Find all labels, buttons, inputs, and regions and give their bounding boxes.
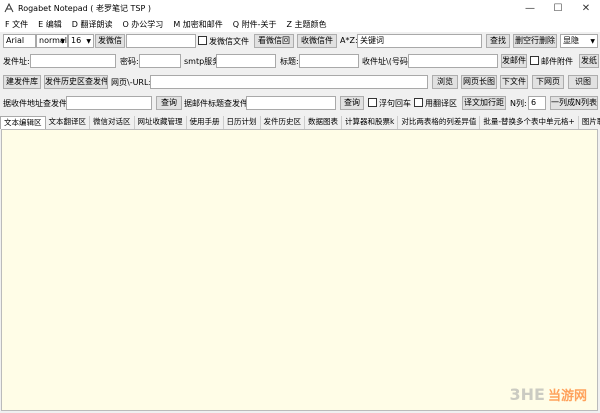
n-columns-input[interactable]: 6 [528,96,546,110]
tab-image-ocr[interactable]: 图片取文本 [579,116,600,129]
recipient-label: 收件址\(号码): [362,57,414,66]
find-button[interactable]: 查找 [486,34,510,48]
text-editor-area[interactable]: 3HE 当游网 [1,129,598,411]
font-select[interactable]: Arial [3,34,36,48]
subject-input[interactable] [299,54,359,68]
url-input[interactable] [150,75,428,89]
menu-theme[interactable]: Z 主题颜色 [282,19,332,30]
chevron-down-icon: ▼ [86,38,91,45]
sender-label: 发件址: [3,57,30,66]
mail-attachment-label: 邮件附件 [541,57,573,66]
delete-blank-lines-button[interactable]: 删空行删除 [513,34,557,48]
translation-spacing-button[interactable]: 译文加行距 [462,96,506,110]
chevron-down-icon: ▼ [60,38,65,45]
recognize-image-button[interactable]: 识图 [568,75,598,89]
tab-bookmarks[interactable]: 网址收藏管理 [135,116,187,129]
send-other-button[interactable]: 发纸 [579,54,599,68]
tab-compare-tables[interactable]: 对比两表格的列差异值 [398,116,481,129]
recipient-input[interactable] [408,54,498,68]
mail-attachment-checkbox[interactable] [530,56,539,65]
watermark-site: 当游网 [547,389,587,404]
maximize-button[interactable]: ☐ [544,0,572,16]
menu-translate[interactable]: D 翻译朗读 [67,19,118,30]
toolbar-web: 建发件库 发件历史区查发件 网页\-URL: 浏览 网页长图 下文件 下网页 识… [0,74,600,90]
keyword-input[interactable]: 关键词 [357,34,482,48]
toolbar-font: Arial normal ▼ 16 ▼ 发微信 发微信文件 看微信回 收微信件 A*… [0,33,600,49]
notepad-app-icon [4,3,14,13]
chevron-down-icon: ▼ [590,38,595,45]
style-select[interactable]: normal ▼ [36,34,68,48]
sender-input[interactable] [30,54,116,68]
tab-manual[interactable]: 使用手册 [187,116,224,129]
smtp-input[interactable] [216,54,276,68]
query-recv-address-button[interactable]: 查询 [156,96,182,110]
long-screenshot-button[interactable]: 网页长图 [461,75,497,89]
tab-text-editor[interactable]: 文本编辑区 [0,116,46,129]
password-input[interactable] [139,54,181,68]
watermark-logo: 3HE [509,385,545,404]
wechat-input[interactable] [126,34,196,48]
keyword-label: A*Z: [340,36,358,45]
subject-label: 标题: [280,57,299,66]
send-wechat-file-checkbox[interactable] [198,36,207,45]
tab-batch-replace[interactable]: 批量-替换多个表中单元格+ [480,116,579,129]
translate-area-label: 用翻译区 [425,99,457,108]
tab-strip: 文本编辑区 文本翻译区 微信对话区 网址收藏管理 使用手册 日历计划 发件历史区… [0,116,600,129]
tab-wechat[interactable]: 微信对话区 [90,116,135,129]
minimize-button[interactable]: — [516,0,544,16]
toolbar-mail: 发件址: 密码: smtp服务 标题: 收件址\(号码): 发邮件 邮件附件 发… [0,53,600,69]
receive-wechat-button[interactable]: 收微信件 [297,34,337,48]
send-mail-button[interactable]: 发邮件 [501,54,527,68]
menu-attach-about[interactable]: Q 附件-关于 [228,19,282,30]
subject-query-input[interactable] [246,96,336,110]
n-columns-label: N列: [510,99,527,108]
title-bar: Rogabet Notepad ( 老罗笔记 TSP ) — ☐ ✕ [0,0,600,16]
translate-area-checkbox[interactable] [414,98,423,107]
url-label: 网页\-URL: [111,78,152,87]
recv-address-label: 据收件地址查发件: [3,99,70,108]
tab-translation[interactable]: 文本翻译区 [46,116,90,129]
close-button[interactable]: ✕ [572,0,600,16]
menu-bar: F 文件 E 编辑 D 翻译朗读 O 办公学习 M 加密和邮件 Q 附件-关于 … [0,16,600,32]
download-page-button[interactable]: 下网页 [532,75,564,89]
smtp-label: smtp服务 [184,57,221,66]
subject-query-label: 据邮件标题查发件: [184,99,251,108]
menu-file[interactable]: F 文件 [0,19,33,30]
tab-charts[interactable]: 数据图表 [305,116,342,129]
menu-office[interactable]: O 办公学习 [117,19,168,30]
menu-encrypt-mail[interactable]: M 加密和邮件 [168,19,227,30]
recv-address-input[interactable] [66,96,152,110]
menu-edit[interactable]: E 编辑 [33,19,67,30]
float-enter-label: 浮句回车 [379,99,411,108]
view-wechat-reply-button[interactable]: 看微信回 [254,34,294,48]
tab-calendar[interactable]: 日历计划 [224,116,261,129]
split-columns-button[interactable]: 一列成N列表 [550,96,598,110]
create-mailbox-button[interactable]: 建发件库 [3,75,41,89]
float-enter-checkbox[interactable] [368,98,377,107]
size-select[interactable]: 16 ▼ [68,34,94,48]
query-subject-button[interactable]: 查询 [340,96,364,110]
send-wechat-button[interactable]: 发微信 [95,34,125,48]
toolbar-query: 据收件地址查发件: 查询 据邮件标题查发件: 查询 浮句回车 用翻译区 译文加行… [0,95,600,111]
tab-calculator[interactable]: 计算器和股票k [342,116,399,129]
send-history-button[interactable]: 发件历史区查发件 [44,75,108,89]
window-title: Rogabet Notepad ( 老罗笔记 TSP ) [18,4,151,13]
browse-button[interactable]: 浏览 [432,75,458,89]
watermark: 3HE 当游网 [510,385,587,404]
send-wechat-file-label: 发微信文件 [209,37,249,46]
tab-send-history[interactable]: 发件历史区 [261,116,305,129]
download-file-button[interactable]: 下文件 [500,75,528,89]
password-label: 密码: [120,57,139,66]
hide-show-select[interactable]: 显隐 ▼ [560,34,598,48]
